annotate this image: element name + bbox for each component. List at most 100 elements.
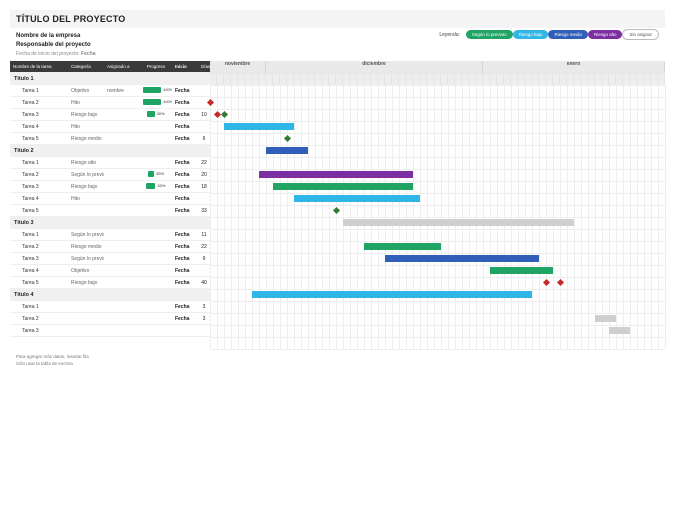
day-cell <box>343 73 350 85</box>
day-cell <box>224 73 231 85</box>
gantt-bar[interactable] <box>252 291 532 298</box>
task-row[interactable]: Tarea 5Riesgo bajoFecha40 <box>10 277 210 289</box>
task-days: 20 <box>198 172 210 178</box>
task-start: Fecha <box>172 244 198 250</box>
gantt-bar[interactable] <box>385 255 539 262</box>
task-name: Tarea 3 <box>10 256 68 262</box>
day-cell <box>287 73 294 85</box>
gantt-bar[interactable] <box>609 327 630 334</box>
day-cell <box>532 73 539 85</box>
task-assignee: nombre <box>104 88 140 94</box>
task-row[interactable]: Tarea 2Fecha3 <box>10 313 210 325</box>
day-cell <box>511 73 518 85</box>
milestone-icon[interactable] <box>557 279 564 286</box>
gantt-bar[interactable] <box>364 243 441 250</box>
legend-chip: Riesgo alto <box>588 30 623 39</box>
page-title: TÍTULO DEL PROYECTO <box>10 10 665 28</box>
col-progress: Progreso <box>140 64 172 69</box>
task-category: Riesgo alto <box>68 160 104 166</box>
task-row[interactable]: Tarea 2Hito100%Fecha <box>10 97 210 109</box>
task-row[interactable]: Tarea 2Riesgo medioFecha22 <box>10 241 210 253</box>
task-row[interactable]: Tarea 1Objetivonombre100%Fecha <box>10 85 210 97</box>
task-row[interactable]: Tarea 1Fecha3 <box>10 301 210 313</box>
task-row[interactable]: Tarea 3Según lo previstoFecha9 <box>10 253 210 265</box>
task-row[interactable]: Tarea 1Riesgo alto Fecha22 <box>10 157 210 169</box>
gantt-bar[interactable] <box>343 219 574 226</box>
gantt-bar[interactable] <box>259 171 413 178</box>
day-cell <box>623 73 630 85</box>
task-start: Fecha <box>172 160 198 166</box>
task-name: Tarea 1 <box>10 160 68 166</box>
task-row[interactable]: Tarea 5Fecha33 <box>10 205 210 217</box>
task-start: Fecha <box>172 196 198 202</box>
task-name: Tarea 1 <box>10 304 68 310</box>
month-label: noviembre <box>210 61 266 73</box>
gantt-bar[interactable] <box>273 183 413 190</box>
task-table: Nombre de la tarea Categoría Asignado a … <box>10 61 210 349</box>
legend-chip: Riesgo bajo <box>513 30 549 39</box>
day-cell <box>525 73 532 85</box>
task-category: Riesgo bajo <box>68 184 104 190</box>
task-category: Objetivo <box>68 268 104 274</box>
footnotes: Para agregar más datos, insertar fila Só… <box>10 349 665 371</box>
month-label: enero <box>483 61 665 73</box>
day-cell <box>616 73 623 85</box>
day-cell <box>434 73 441 85</box>
col-category: Categoría <box>68 64 104 69</box>
milestone-icon[interactable] <box>221 111 228 118</box>
task-row[interactable]: Tarea 5Riesgo medioFecha6 <box>10 133 210 145</box>
day-cell <box>644 73 651 85</box>
day-cell <box>336 73 343 85</box>
day-cell <box>567 73 574 85</box>
task-row[interactable]: Tarea 3Riesgo bajo40%Fecha10 <box>10 109 210 121</box>
task-category: Riesgo bajo <box>68 112 104 118</box>
task-row[interactable]: Tarea 3Riesgo bajo50%Fecha18 <box>10 181 210 193</box>
gantt-bar[interactable] <box>490 267 553 274</box>
task-row[interactable]: Tarea 2Según lo previsto35%Fecha20 <box>10 169 210 181</box>
task-name: Tarea 1 <box>10 88 68 94</box>
col-start: Inicio <box>172 64 198 69</box>
task-start: Fecha <box>172 88 198 94</box>
task-row[interactable]: Tarea 4HitoFecha <box>10 121 210 133</box>
milestone-icon[interactable] <box>284 135 291 142</box>
task-row[interactable]: Tarea 3 <box>10 325 210 337</box>
task-name: Tarea 4 <box>10 124 68 130</box>
day-cell <box>448 73 455 85</box>
day-cell <box>595 73 602 85</box>
task-days: 22 <box>198 160 210 166</box>
task-start: Fecha <box>172 100 198 106</box>
day-cell <box>574 73 581 85</box>
gantt-bar[interactable] <box>595 315 616 322</box>
task-category: Según lo previsto <box>68 256 104 262</box>
legend-label: Leyenda: <box>439 32 460 38</box>
task-row[interactable]: Tarea 4Hito Fecha <box>10 193 210 205</box>
task-row[interactable]: Tarea 4ObjetivoFecha <box>10 265 210 277</box>
task-days: 22 <box>198 244 210 250</box>
task-progress: 50% <box>140 183 172 191</box>
gantt-bar[interactable] <box>294 195 420 202</box>
day-cell <box>308 73 315 85</box>
task-name: Tarea 2 <box>10 100 68 106</box>
task-name: Tarea 4 <box>10 196 68 202</box>
day-cell <box>518 73 525 85</box>
task-name: Tarea 1 <box>10 232 68 238</box>
phase-row: Título 1 <box>10 73 210 85</box>
task-name: Tarea 3 <box>10 328 68 334</box>
task-row[interactable]: Tarea 1Según lo previstoFecha11 <box>10 229 210 241</box>
start-label: Fecha de inicio del proyecto: <box>16 51 80 57</box>
day-cell <box>217 73 224 85</box>
milestone-icon[interactable] <box>333 207 340 214</box>
task-start: Fecha <box>172 304 198 310</box>
gantt-bar[interactable] <box>224 123 294 130</box>
day-cell <box>371 73 378 85</box>
day-cell <box>259 73 266 85</box>
task-category: Hito <box>68 196 104 202</box>
footnote-2: Sólo usar la tabla de encima <box>16 360 659 367</box>
task-category: Hito <box>68 124 104 130</box>
task-name: Tarea 2 <box>10 172 68 178</box>
day-cell <box>539 73 546 85</box>
milestone-icon[interactable] <box>543 279 550 286</box>
col-assignee: Asignado a <box>104 64 140 69</box>
gantt-bar[interactable] <box>266 147 308 154</box>
task-progress: 35% <box>140 171 172 179</box>
